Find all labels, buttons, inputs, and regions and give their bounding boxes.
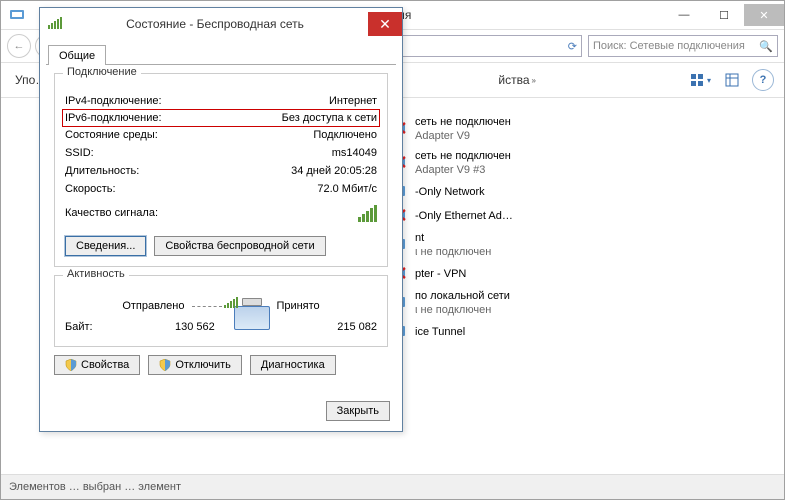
adapter-line1: по локальной сети [415, 289, 510, 303]
adapter-text: по локальной сетиι не подключен [415, 289, 510, 317]
adapter-line1: ice Tunnel [415, 325, 465, 339]
app-icon [9, 7, 25, 23]
bytes-recv: 215 082 [337, 319, 377, 335]
help-button[interactable]: ? [752, 69, 774, 91]
shield-icon [159, 359, 171, 371]
ssid-value: ms14049 [332, 145, 377, 161]
dialog-title: Состояние - Беспроводная сеть [62, 17, 368, 31]
details-button[interactable]: Сведения... [65, 236, 146, 256]
signal-quality-label: Качество сигнала: [65, 205, 158, 227]
adapter-line2: Adapter V9 #3 [415, 163, 511, 177]
bytes-label: Байт: [65, 319, 93, 335]
dialog-close-button[interactable]: ✕ [368, 12, 402, 36]
bytes-sent: 130 562 [93, 319, 338, 335]
recv-label: Принято [276, 300, 319, 312]
dialog-footer: Закрыть [40, 391, 402, 431]
sent-label: Отправлено [122, 300, 184, 312]
search-box[interactable]: Поиск: Сетевые подключения 🔍 [588, 35, 778, 57]
network-connections-window: Сетевые подключения — ☐ ✕ ← → ▾ ↑ ⟳ Поис… [0, 0, 785, 500]
connection-group-label: Подключение [63, 66, 141, 78]
connection-group: Подключение IPv4-подключение:Интернет IP… [54, 73, 388, 267]
adapter-text: ntι не подключен [415, 231, 491, 259]
network-adapter-item[interactable]: ice Tunnel [389, 320, 784, 344]
status-dialog: Состояние - Беспроводная сеть ✕ Общие По… [39, 7, 403, 432]
network-adapter-item[interactable]: сеть не подключенAdapter V9 [389, 112, 784, 146]
adapter-line1: -Only Network [415, 185, 485, 199]
properties-button[interactable]: Свойства [54, 355, 140, 375]
close-dialog-button[interactable]: Закрыть [326, 401, 390, 421]
adapter-text: ice Tunnel [415, 325, 465, 339]
adapter-line1: -Only Ethernet Ad… [415, 209, 513, 223]
close-button[interactable]: ✕ [744, 4, 784, 26]
adapter-line1: сеть не подключен [415, 149, 511, 163]
ipv4-label: IPv4-подключение: [65, 93, 162, 109]
signal-quality-bars [358, 205, 377, 227]
ipv6-row-highlight: IPv6-подключение: Без доступа к сети [62, 109, 380, 127]
adapter-text: -Only Ethernet Ad… [415, 209, 513, 223]
search-icon[interactable]: 🔍 [759, 40, 773, 53]
adapter-text: сеть не подключенAdapter V9 #3 [415, 149, 511, 177]
diagnose-button[interactable]: Диагностика [250, 355, 336, 375]
view-details-button[interactable] [720, 68, 744, 92]
speed-value: 72.0 Мбит/с [317, 181, 377, 197]
dialog-titlebar: Состояние - Беспроводная сеть ✕ [40, 8, 402, 40]
signal-icon [48, 17, 62, 32]
adapter-line2: ι не подключен [415, 245, 491, 259]
dialog-tabs: Общие [40, 40, 402, 64]
adapter-line1: сеть не подключен [415, 115, 511, 129]
duration-value: 34 дней 20:05:28 [291, 163, 377, 179]
maximize-button[interactable]: ☐ [704, 4, 744, 26]
ssid-label: SSID: [65, 145, 94, 161]
minimize-button[interactable]: — [664, 4, 704, 26]
activity-group-label: Активность [63, 268, 129, 280]
speed-label: Скорость: [65, 181, 116, 197]
duration-label: Длительность: [65, 163, 139, 179]
network-adapter-item[interactable]: сеть не подключенAdapter V9 #3 [389, 146, 784, 180]
adapter-line1: nt [415, 231, 491, 245]
dialog-body: Подключение IPv4-подключение: Интернет IP… [46, 64, 396, 385]
shield-icon [65, 359, 77, 371]
chevron-menu: » [532, 76, 536, 85]
activity-line-left [192, 306, 222, 307]
adapter-text: pter - VPN [415, 267, 466, 281]
network-adapter-item[interactable]: -Only Ethernet Ad… [389, 204, 784, 228]
network-adapter-item[interactable]: по локальной сетиι не подключен [389, 286, 784, 320]
network-adapter-item[interactable]: ntι не подключен [389, 228, 784, 262]
disable-button[interactable]: Отключить [148, 355, 242, 375]
adapter-line2: ι не подключен [415, 303, 510, 317]
adapter-text: -Only Network [415, 185, 485, 199]
status-text: Элементов … выбран … элемент [9, 481, 181, 493]
refresh-icon[interactable]: ⟳ [568, 40, 577, 53]
wireless-properties-button[interactable]: Свойства беспроводной сети [154, 236, 325, 256]
ipv6-value: Без доступа к сети [282, 110, 377, 126]
adapter-line2: Adapter V9 [415, 129, 511, 143]
network-adapter-item[interactable]: pter - VPN [389, 262, 784, 286]
view-icons-button[interactable]: ▾ [688, 68, 712, 92]
ipv4-value: Интернет [329, 93, 377, 109]
tab-general[interactable]: Общие [48, 45, 106, 65]
back-button[interactable]: ← [7, 34, 31, 58]
status-bar: Элементов … выбран … элемент [1, 474, 784, 499]
devices-menu[interactable]: йства » [490, 69, 544, 91]
activity-group: Активность Отправлено Принято Байт: 130 … [54, 275, 388, 347]
search-placeholder: Поиск: Сетевые подключения [593, 40, 759, 52]
adapter-text: сеть не подключенAdapter V9 [415, 115, 511, 143]
media-value: Подключено [313, 127, 377, 143]
ipv6-label: IPv6-подключение: [65, 110, 162, 126]
media-label: Состояние среды: [65, 127, 158, 143]
window-controls: — ☐ ✕ [664, 4, 784, 26]
network-adapter-item[interactable]: -Only Network [389, 180, 784, 204]
adapter-line1: pter - VPN [415, 267, 466, 281]
